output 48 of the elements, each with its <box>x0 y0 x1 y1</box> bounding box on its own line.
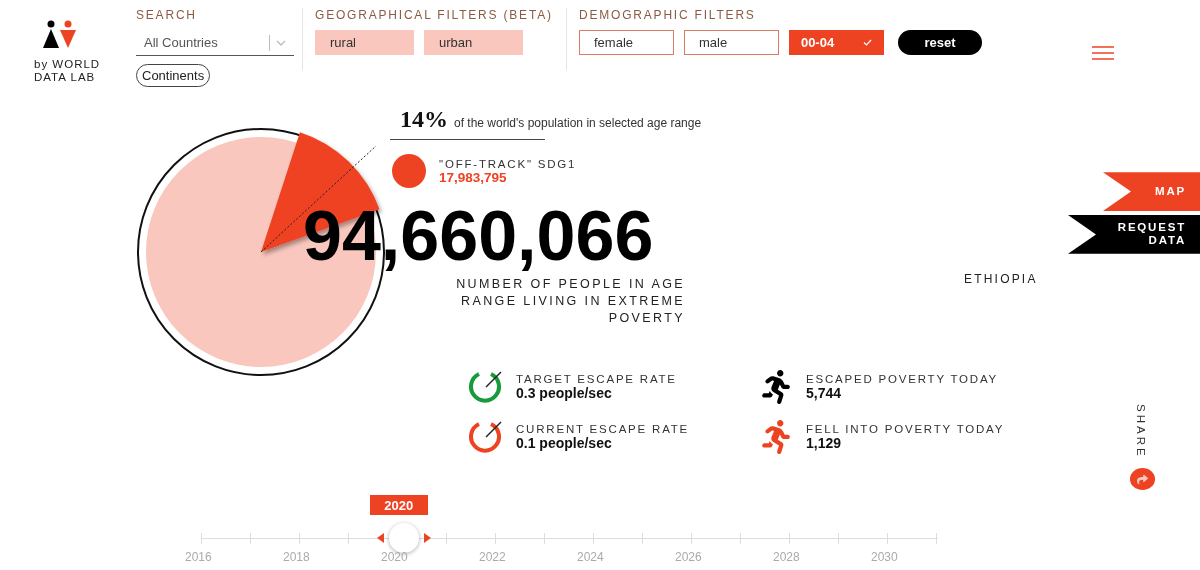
stat-label: CURRENT ESCAPE RATE <box>516 423 690 435</box>
legend-dot <box>392 154 426 188</box>
logo-icon <box>42 20 78 50</box>
continents-chip[interactable]: Continents <box>136 64 211 87</box>
share-label: SHARE <box>1135 403 1147 459</box>
filter-button[interactable]: urban <box>424 30 523 55</box>
age-range-select[interactable]: 00-04 <box>788 30 884 55</box>
logo-text: by WORLD DATA LAB <box>34 58 102 84</box>
country-name: ETHIOPIA <box>964 271 1038 286</box>
menu-icon[interactable] <box>1092 46 1114 60</box>
year-label: 2024 <box>577 550 605 564</box>
stat-label: TARGET ESCAPE RATE <box>516 373 677 385</box>
stat-label: ESCAPED POVERTY TODAY <box>806 373 999 385</box>
section-heading: DEMOGRAPHIC FILTERS <box>579 8 757 22</box>
stat-value: 0.1 people/sec <box>516 435 613 451</box>
section-heading: GEOGRAPHICAL FILTERS (BETA) <box>315 8 554 22</box>
side-tab[interactable]: REQUEST DATA <box>1068 215 1200 254</box>
year-label: 2016 <box>185 550 213 564</box>
check-icon <box>862 39 872 46</box>
gauge-icon <box>468 419 504 455</box>
stat-value: 1,129 <box>806 435 843 451</box>
share-icon <box>1137 473 1148 485</box>
filter-button[interactable]: rural <box>315 30 414 55</box>
filter-button[interactable]: male <box>683 30 779 55</box>
year-label: 2028 <box>773 550 801 564</box>
chevron-icon <box>276 39 286 46</box>
year-label: 2026 <box>675 550 703 564</box>
share-button[interactable] <box>1130 468 1155 490</box>
year-label: 2020 <box>381 550 409 564</box>
timeline-thumb[interactable] <box>376 523 431 553</box>
country-select[interactable]: All Countries <box>136 30 294 56</box>
share-value: 14% <box>400 106 448 132</box>
stat-value: 5,744 <box>806 385 843 401</box>
share-text: of the world's population in selected age range <box>454 116 702 130</box>
year-label: 2030 <box>871 550 899 564</box>
stat-label: FELL INTO POVERTY TODAY <box>806 423 1005 435</box>
filter-button[interactable]: female <box>579 30 674 55</box>
reset-button[interactable]: reset <box>897 30 982 55</box>
stat-value: 0.3 people/sec <box>516 385 613 401</box>
year-tooltip: 2020 <box>369 495 428 515</box>
legend-label: "OFF-TRACK" SDG1 <box>439 157 577 170</box>
year-label: 2018 <box>283 550 311 564</box>
legend-value: 17,983,795 <box>439 169 508 185</box>
side-tab[interactable]: MAP <box>1103 172 1200 211</box>
gauge-icon <box>468 369 504 405</box>
total-caption: NUMBER OF PEOPLE IN AGE RANGE LIVING IN EXTREME POVERTY <box>455 276 685 327</box>
section-heading: SEARCH <box>136 8 198 22</box>
year-label: 2022 <box>479 550 507 564</box>
